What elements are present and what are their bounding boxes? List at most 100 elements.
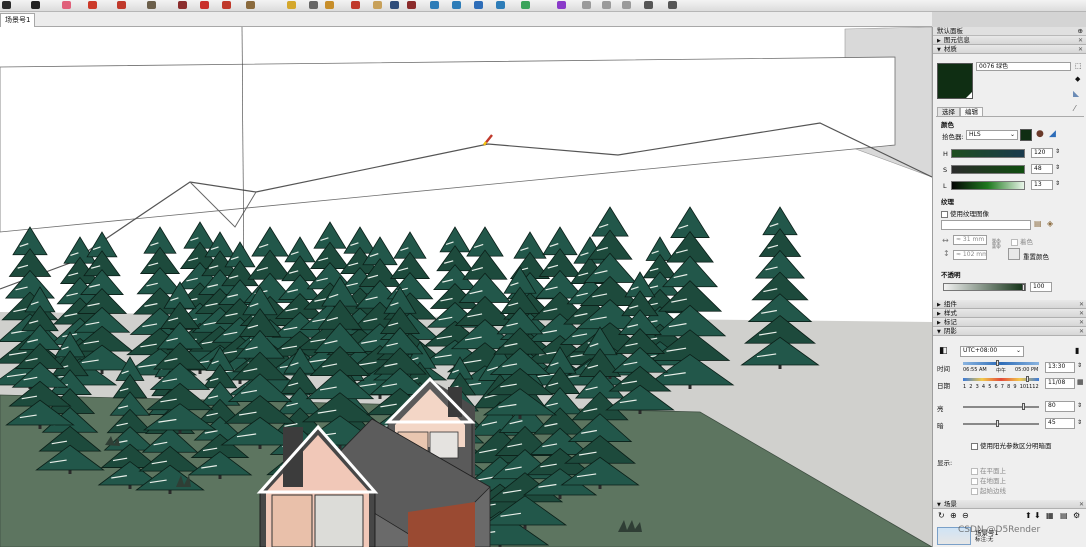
solid-trim-tool[interactable]: [620, 0, 633, 11]
extension-warehouse-tool[interactable]: [450, 0, 463, 11]
match-color-model-icon[interactable]: ●: [1036, 129, 1044, 139]
section-shadows[interactable]: ▼ 阴影 ✕: [933, 327, 1086, 336]
pan-tool[interactable]: [371, 0, 384, 11]
time-slider-thumb[interactable]: [996, 360, 999, 366]
time-spinbox[interactable]: 13:30: [1045, 362, 1075, 373]
dark-stepper-icon[interactable]: ⇕: [1077, 419, 1082, 426]
ruby-console-tool[interactable]: [555, 0, 568, 11]
hls-channel-spinbox[interactable]: 48: [1031, 164, 1053, 174]
light-spinbox[interactable]: 80: [1045, 401, 1075, 412]
colorize-row[interactable]: 着色: [1011, 236, 1033, 246]
section-components[interactable]: ▶ 组件 ✕: [933, 300, 1086, 309]
light-slider[interactable]: [963, 406, 1039, 408]
move-scene-up-icon[interactable]: ⬆: [1025, 511, 1032, 520]
timezone-select[interactable]: UTC+08:00 ⌄: [960, 346, 1024, 357]
paint-tool[interactable]: [244, 0, 257, 11]
use-sun-shading-checkbox[interactable]: [971, 442, 978, 450]
close-icon[interactable]: ✕: [1078, 36, 1083, 45]
close-icon[interactable]: ✕: [1079, 500, 1084, 509]
stepper-icon[interactable]: ⇕: [1055, 164, 1060, 171]
opacity-slider-thumb[interactable]: [1022, 284, 1025, 291]
light-slider-thumb[interactable]: [1022, 403, 1026, 410]
show-shadows-toggle-icon[interactable]: ◧: [939, 346, 948, 356]
text-tool[interactable]: [307, 0, 320, 11]
current-color-swatch[interactable]: [1020, 129, 1032, 141]
on-ground-checkbox[interactable]: [971, 477, 978, 485]
hls-channel-slider[interactable]: [951, 149, 1025, 158]
close-icon[interactable]: ✕: [1079, 309, 1084, 318]
close-icon[interactable]: ✕: [1079, 300, 1084, 309]
dark-slider-thumb[interactable]: [996, 420, 1000, 427]
tab-select[interactable]: 选择: [937, 107, 960, 116]
match-color-screen-icon[interactable]: ◢: [1049, 129, 1056, 139]
scene-settings-icon[interactable]: ⚙: [1073, 511, 1080, 520]
shape-tool[interactable]: [145, 0, 158, 11]
display-secondary-icon[interactable]: ◣: [1073, 89, 1079, 98]
close-icon[interactable]: ✕: [1078, 45, 1083, 54]
dark-slider[interactable]: [963, 423, 1039, 425]
eraser-tool[interactable]: [60, 0, 73, 11]
colorize-checkbox[interactable]: [1011, 238, 1018, 246]
time-stepper-icon[interactable]: ⇕: [1077, 362, 1082, 369]
scene-tab[interactable]: 场景号1: [0, 13, 36, 27]
refresh-scene-icon[interactable]: ↻: [938, 511, 945, 520]
tape-measure-tool[interactable]: [285, 0, 298, 11]
texture-width-field[interactable]: ≈ 31 mm: [953, 235, 987, 245]
reset-color-label[interactable]: 重置颜色: [1023, 251, 1049, 261]
hls-channel-spinbox[interactable]: 13: [1031, 180, 1053, 190]
use-sun-shading-row[interactable]: 使用阳光参数区分明暗面: [971, 440, 1052, 450]
link-aspect-icon[interactable]: ⛓: [990, 239, 1003, 250]
hls-channel-slider[interactable]: [951, 165, 1025, 174]
details-icon[interactable]: ▤: [1060, 511, 1068, 520]
orbit-tool[interactable]: [349, 0, 362, 11]
on-ground-row[interactable]: 在地面上: [971, 475, 1006, 485]
move-scene-down-icon[interactable]: ⬇: [1034, 511, 1041, 520]
layers-tool[interactable]: [472, 0, 485, 11]
reset-color-swatch[interactable]: [1008, 248, 1020, 260]
warehouse-tool[interactable]: [428, 0, 441, 11]
date-spinbox[interactable]: 11/08: [1045, 378, 1075, 389]
move-tool[interactable]: [220, 0, 233, 11]
view-options-icon[interactable]: ▦: [1046, 511, 1054, 520]
line-tool[interactable]: [86, 0, 99, 11]
tab-edit[interactable]: 编辑: [960, 107, 983, 116]
model-viewport[interactable]: [0, 27, 932, 547]
calendar-icon[interactable]: ▦: [1077, 378, 1084, 386]
close-icon[interactable]: ✕: [1079, 327, 1084, 336]
use-texture-checkbox[interactable]: [941, 210, 948, 218]
add-scene-icon[interactable]: ⊕: [950, 511, 957, 520]
push-pull-tool[interactable]: [176, 0, 189, 11]
section-styles[interactable]: ▶ 样式 ✕: [933, 309, 1086, 318]
send-to-layout-tool[interactable]: [494, 0, 507, 11]
stepper-icon[interactable]: ⇕: [1055, 148, 1060, 155]
geo-location-tool[interactable]: [642, 0, 655, 11]
light-stepper-icon[interactable]: ⇕: [1077, 402, 1082, 409]
dark-spinbox[interactable]: 45: [1045, 418, 1075, 429]
solid-subtract-tool[interactable]: [600, 0, 613, 11]
browse-folder-icon[interactable]: ▤: [1034, 219, 1042, 228]
from-edges-row[interactable]: 起始边线: [971, 485, 1006, 495]
section-tags[interactable]: ▶ 标记 ✕: [933, 318, 1086, 327]
from-edges-checkbox[interactable]: [971, 487, 978, 495]
settings-tool[interactable]: [666, 0, 679, 11]
date-slider-thumb[interactable]: [1026, 376, 1029, 382]
zoom-tool[interactable]: [0, 0, 13, 11]
opacity-spinbox[interactable]: 100: [1030, 282, 1052, 292]
time-slider[interactable]: [963, 362, 1039, 365]
sample-paint-icon[interactable]: ◆: [1075, 75, 1080, 83]
on-faces-checkbox[interactable]: [971, 467, 978, 475]
section-scenes[interactable]: ▼ 场景 ✕: [933, 500, 1086, 509]
section-entity-info[interactable]: ▶ 图元信息 ✕: [933, 36, 1086, 45]
arc-tool[interactable]: [115, 0, 128, 11]
texture-path-field[interactable]: [941, 220, 1031, 230]
edit-texture-icon[interactable]: ◈: [1047, 219, 1053, 228]
section-plane-tool[interactable]: [323, 0, 336, 11]
on-faces-row[interactable]: 在平面上: [971, 465, 1006, 475]
create-material-icon[interactable]: ⬚: [1075, 62, 1082, 70]
hls-channel-spinbox[interactable]: 120: [1031, 148, 1053, 158]
extension-manager-tool[interactable]: [519, 0, 532, 11]
hls-channel-slider[interactable]: [951, 181, 1025, 190]
shadow-settings-icon[interactable]: ▮: [1075, 346, 1079, 355]
zoom-extents-tool[interactable]: [405, 0, 418, 11]
solid-union-tool[interactable]: [580, 0, 593, 11]
